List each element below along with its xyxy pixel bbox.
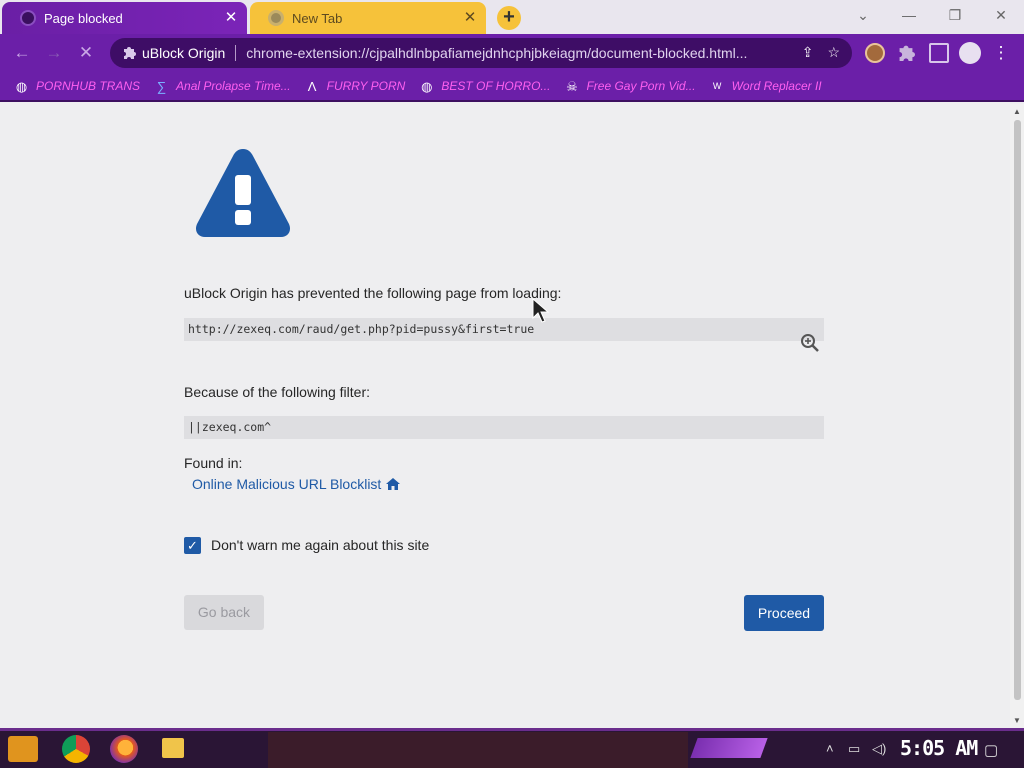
proceed-button[interactable]: Proceed [744, 595, 824, 631]
filter-list-link[interactable]: Online Malicious URL Blocklist [192, 476, 401, 492]
bookmark-item[interactable]: ◍ PORNHUB TRANS [14, 79, 140, 94]
file-explorer-icon[interactable] [162, 738, 184, 758]
bookmark-label: Word Replacer II [731, 79, 822, 93]
bookmark-label: Free Gay Porn Vid... [586, 79, 696, 93]
bookmark-item[interactable]: W Word Replacer II [710, 79, 822, 94]
address-bar[interactable]: uBlock Origin chrome-extension://cjpalhd… [110, 38, 852, 68]
new-tab-button[interactable]: + [497, 6, 521, 30]
dont-warn-label[interactable]: Don't warn me again about this site [211, 537, 429, 553]
globe-icon: ◍ [421, 78, 433, 94]
globe-icon: ◍ [15, 78, 28, 94]
bookmark-item[interactable]: ◍ BEST OF HORRO... [419, 79, 550, 94]
scroll-down-icon[interactable]: ▼ [1012, 716, 1022, 725]
found-in-label: Found in: [184, 455, 243, 471]
filter-list-name: Online Malicious URL Blocklist [192, 476, 382, 492]
scroll-up-icon[interactable]: ▲ [1012, 107, 1022, 116]
url-text[interactable]: chrome-extension://cjpalhdlnbpafiamejdnh… [246, 45, 786, 61]
extensions-icon[interactable] [897, 43, 917, 63]
skull-icon: ☠ [566, 78, 578, 94]
tab-title: Page blocked [44, 10, 123, 26]
taskbar-wallpaper-area [268, 732, 688, 768]
profile-icon[interactable] [959, 42, 981, 64]
wr-icon: W [712, 80, 722, 91]
mouse-cursor-icon [532, 298, 550, 323]
taskbar-clock[interactable]: 5:05 AM [900, 736, 978, 760]
bookmark-label: PORNHUB TRANS [36, 79, 141, 93]
tab-close-icon[interactable]: ✕ [223, 10, 239, 26]
tab-strip: Page blocked ✕ New Tab ✕ + ⌄ — ❐ ✕ [0, 0, 1024, 34]
taskbar-strip [0, 728, 1024, 731]
bookmark-label: FURRY PORN [326, 79, 406, 93]
bookmarks-bar: ◍ PORNHUB TRANS ∑ Anal Prolapse Time... … [0, 72, 1024, 102]
reload-button[interactable]: ✕ [75, 42, 97, 64]
lambda-icon: Λ [307, 78, 317, 94]
scrollbar-thumb[interactable] [1014, 120, 1021, 700]
go-back-button[interactable]: Go back [184, 595, 264, 630]
notifications-icon[interactable]: ▢ [984, 741, 998, 759]
site-name: uBlock Origin [142, 45, 226, 61]
puzzle-icon [122, 45, 136, 62]
back-button[interactable]: ← [11, 42, 33, 64]
blocked-url: http://zexeq.com/raud/get.php?pid=pussy&… [184, 318, 824, 341]
bookmark-item[interactable]: ∑ Anal Prolapse Time... [154, 79, 291, 94]
share-icon[interactable]: ⇪ [802, 44, 814, 61]
browser-window: Page blocked ✕ New Tab ✕ + ⌄ — ❐ ✕ ← → ✕… [0, 0, 1024, 768]
blocked-message: uBlock Origin has prevented the followin… [184, 285, 562, 301]
chrome-taskbar-icon[interactable] [62, 735, 90, 763]
tab-title: New Tab [292, 10, 343, 26]
volume-icon[interactable]: ◁) [872, 741, 886, 757]
tab-close-icon[interactable]: ✕ [462, 10, 478, 26]
filter-rule: ||zexeq.com^ [184, 416, 824, 439]
tab-search-icon[interactable]: ⌄ [840, 4, 886, 28]
bookmark-item[interactable]: Λ FURRY PORN [305, 79, 406, 94]
show-hidden-icons-icon[interactable]: ˄ [826, 741, 834, 756]
omnibox-separator [235, 45, 237, 61]
bookmark-item[interactable]: ☠ Free Gay Porn Vid... [564, 78, 696, 94]
extension-avatar-icon[interactable] [865, 43, 885, 63]
filter-label: Because of the following filter: [184, 384, 370, 400]
close-window-button[interactable]: ✕ [978, 4, 1024, 28]
vertical-scrollbar[interactable]: ▲ ▼ [1010, 104, 1024, 728]
ublock-favicon-icon [20, 10, 36, 26]
restore-button[interactable]: ❐ [932, 4, 978, 28]
taskbar: ˄ ▭ ◁) 5:05 AM ▢ [0, 728, 1024, 768]
bookmark-label: Anal Prolapse Time... [176, 79, 291, 93]
warning-icon [195, 149, 291, 237]
dont-warn-checkbox[interactable]: ✓ [184, 537, 201, 554]
taskbar-decoration [690, 738, 768, 758]
tab-new-tab[interactable]: New Tab ✕ [250, 2, 486, 34]
start-button[interactable] [8, 736, 38, 762]
minimize-button[interactable]: — [886, 4, 932, 28]
side-panel-icon[interactable] [929, 43, 949, 63]
menu-icon[interactable]: ⋮ [990, 42, 1012, 64]
bookmark-label: BEST OF HORRO... [441, 79, 551, 93]
bracket-icon: ∑ [156, 78, 167, 94]
tab-page-blocked[interactable]: Page blocked ✕ [2, 2, 247, 34]
zoom-in-icon[interactable] [800, 333, 820, 353]
home-icon [386, 478, 401, 490]
forward-button[interactable]: → [43, 42, 65, 64]
toolbar: ← → ✕ uBlock Origin chrome-extension://c… [0, 34, 1024, 72]
bookmark-star-icon[interactable]: ☆ [827, 44, 840, 61]
firefox-taskbar-icon[interactable] [110, 735, 138, 763]
network-icon[interactable]: ▭ [848, 741, 860, 757]
chrome-favicon-icon [268, 10, 284, 26]
